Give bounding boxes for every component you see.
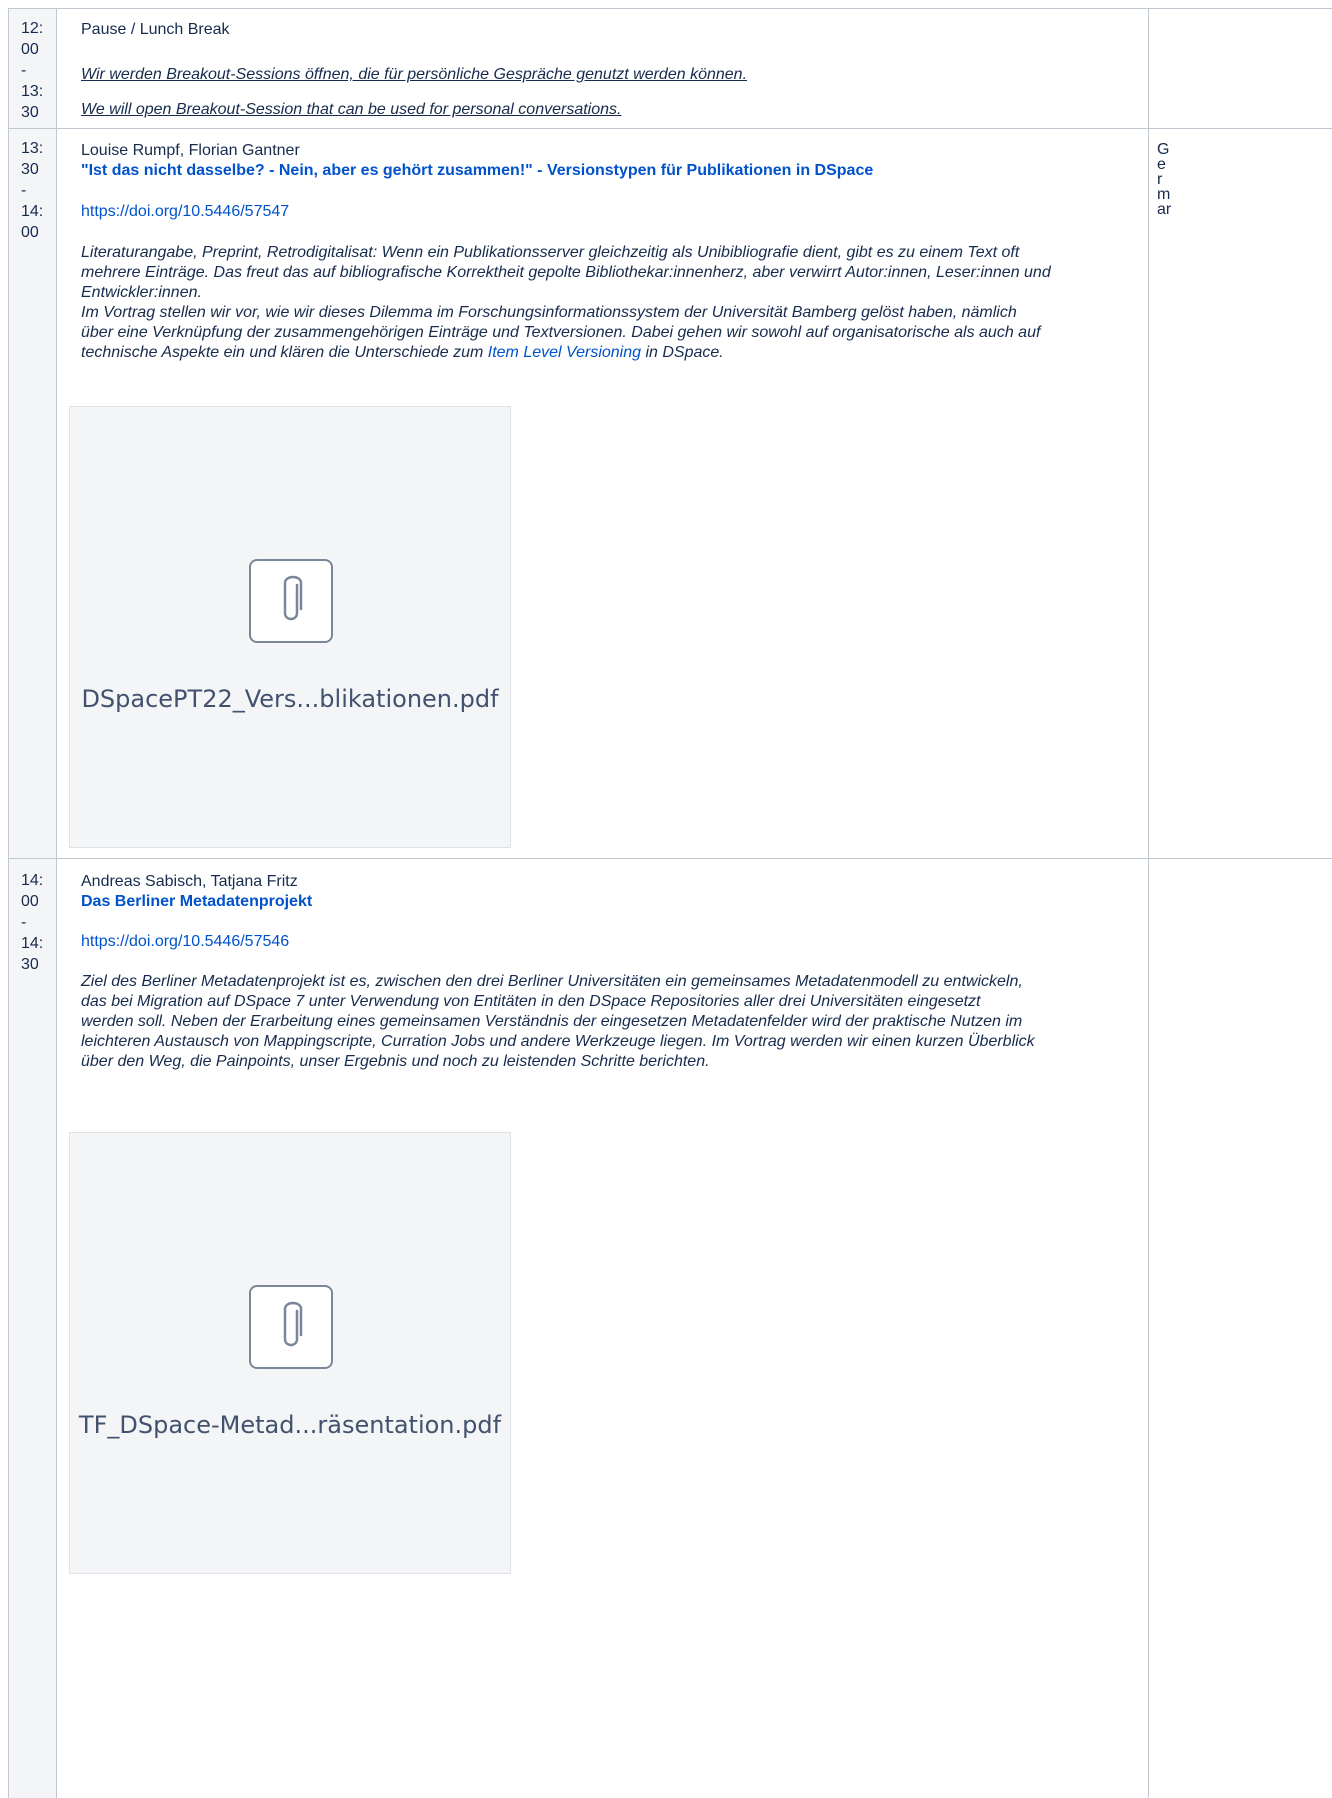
abstract-line: Entwickler:innen.: [81, 284, 202, 301]
language-cell: [1148, 858, 1332, 1798]
abstract-line: das bei Migration auf DSpace 7 unter Ver…: [81, 993, 981, 1010]
time-part: 30: [21, 956, 39, 973]
table-row: 12: 00 - 13: 30 Pause / Lunch Break Wir …: [0, 8, 1332, 128]
language-part: ar: [1157, 201, 1172, 218]
time-range: 14: 00 - 14: 30: [21, 870, 51, 975]
session-note-de: Wir werden Breakout-Sessions öffnen, die…: [81, 66, 748, 83]
time-range: 12: 00 - 13: 30: [21, 18, 51, 123]
time-cell: 13: 30 - 14: 00: [8, 128, 56, 858]
language-cell: G e r m ar: [1148, 128, 1332, 858]
time-cell: 12: 00 - 13: 30: [8, 8, 56, 128]
abstract-line: Literaturangabe, Preprint, Retrodigitali…: [81, 244, 1020, 261]
abstract-line: mehrere Einträge. Das freut das auf bibl…: [81, 264, 1051, 281]
paperclip-icon: [249, 559, 333, 643]
talk-abstract: Ziel des Berliner Metadatenprojekt ist e…: [81, 972, 1161, 1072]
divider: [8, 128, 1332, 129]
paperclip-icon: [249, 1285, 333, 1369]
talk-title[interactable]: "Ist das nicht dasselbe? - Nein, aber es…: [81, 161, 873, 181]
abstract-line: werden soll. Neben der Erarbeitung eines…: [81, 1013, 1023, 1030]
language-part: G: [1157, 141, 1170, 158]
time-part: 30: [21, 161, 39, 178]
session-title: Pause / Lunch Break: [81, 21, 230, 38]
attachment-filename: TF_DSpace-Metad...räsentation.pdf: [78, 1411, 502, 1439]
attachment-preview[interactable]: DSpacePT22_Vers...blikationen.pdf: [69, 406, 511, 848]
abstract-text: technische Aspekte ein und klären die Un…: [81, 344, 488, 361]
abstract-line: leichteren Austausch von Mappingscripte,…: [81, 1033, 1035, 1050]
divider: [8, 858, 1332, 859]
doi-link[interactable]: https://doi.org/10.5446/57547: [81, 202, 289, 222]
talk-title[interactable]: Das Berliner Metadatenprojekt: [81, 892, 312, 912]
time-part: 30: [21, 104, 39, 121]
abstract-line: Im Vortrag stellen wir vor, wie wir dies…: [81, 304, 1017, 321]
time-cell: 14: 00 - 14: 30: [8, 858, 56, 1798]
abstract-line: über den Weg, die Painpoints, unser Erge…: [81, 1053, 710, 1070]
abstract-line: über eine Verknüpfung der zusammengehöri…: [81, 324, 1041, 341]
talk-abstract: Literaturangabe, Preprint, Retrodigitali…: [81, 243, 1161, 363]
attachment-filename: DSpacePT22_Vers...blikationen.pdf: [81, 685, 499, 713]
time-part: -: [21, 62, 27, 79]
session-cell: Andreas Sabisch, Tatjana Fritz Das Berli…: [56, 858, 1148, 1798]
item-level-versioning-link[interactable]: Item Level Versioning: [488, 344, 641, 361]
language-text: G e r m ar: [1157, 141, 1172, 218]
abstract-text: in DSpace.: [641, 344, 724, 361]
language-part: m: [1157, 186, 1171, 203]
time-part: 13:: [21, 83, 44, 100]
time-part: 13:: [21, 140, 44, 157]
abstract-line: Ziel des Berliner Metadatenprojekt ist e…: [81, 973, 1023, 990]
language-cell: [1148, 8, 1332, 128]
table-row: 14: 00 - 14: 30 Andreas Sabisch, Tatjana…: [0, 858, 1332, 1798]
time-part: 00: [21, 41, 39, 58]
divider: [8, 8, 1332, 9]
language-part: r: [1157, 171, 1163, 188]
abstract-line: technische Aspekte ein und klären die Un…: [81, 343, 1161, 363]
speakers: Louise Rumpf, Florian Gantner: [81, 142, 300, 159]
speakers: Andreas Sabisch, Tatjana Fritz: [81, 873, 298, 890]
time-range: 13: 30 - 14: 00: [21, 138, 51, 243]
attachment-preview[interactable]: TF_DSpace-Metad...räsentation.pdf: [69, 1132, 511, 1574]
session-note-en: We will open Breakout-Session that can b…: [81, 101, 622, 118]
time-part: 14:: [21, 872, 44, 889]
session-cell: Pause / Lunch Break Wir werden Breakout-…: [56, 8, 1148, 128]
time-part: -: [21, 182, 27, 199]
time-part: 00: [21, 224, 39, 241]
time-part: 14:: [21, 203, 44, 220]
schedule-table: 12: 00 - 13: 30 Pause / Lunch Break Wir …: [0, 0, 1332, 1798]
language-part: e: [1157, 156, 1166, 173]
time-part: 00: [21, 893, 39, 910]
time-part: -: [21, 914, 27, 931]
table-row: 13: 30 - 14: 00 Louise Rumpf, Florian Ga…: [0, 128, 1332, 858]
time-part: 12:: [21, 20, 44, 37]
session-cell: Louise Rumpf, Florian Gantner "Ist das n…: [56, 128, 1148, 858]
doi-link[interactable]: https://doi.org/10.5446/57546: [81, 932, 289, 952]
time-part: 14:: [21, 935, 44, 952]
